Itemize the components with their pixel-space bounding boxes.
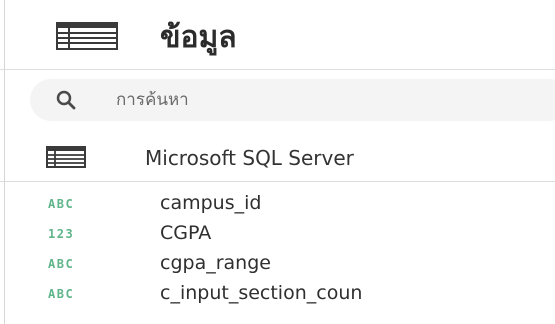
database-table-icon bbox=[46, 146, 86, 168]
table-icon bbox=[56, 22, 118, 50]
field-item[interactable]: ABC cgpa_range bbox=[0, 249, 555, 279]
search-icon[interactable] bbox=[56, 90, 76, 110]
data-source-label: Microsoft SQL Server bbox=[145, 146, 354, 170]
data-source-row[interactable]: Microsoft SQL Server bbox=[0, 141, 555, 182]
string-type-badge: ABC bbox=[48, 197, 75, 211]
string-type-badge: ABC bbox=[48, 287, 75, 301]
field-item[interactable]: ABC c_input_section_coun bbox=[0, 279, 555, 309]
search-input[interactable] bbox=[116, 87, 555, 113]
data-panel-header: ข้อมูล bbox=[0, 0, 555, 70]
panel-title: ข้อมูล bbox=[160, 20, 237, 55]
field-name: c_input_section_coun bbox=[160, 282, 363, 304]
field-name: cgpa_range bbox=[160, 252, 271, 274]
field-item[interactable]: 123 CGPA bbox=[0, 219, 555, 249]
field-item[interactable]: ABC campus_id bbox=[0, 189, 555, 219]
search-box[interactable] bbox=[30, 79, 555, 121]
field-name: CGPA bbox=[160, 222, 212, 244]
number-type-badge: 123 bbox=[48, 227, 75, 241]
field-name: campus_id bbox=[160, 192, 262, 214]
string-type-badge: ABC bbox=[48, 257, 75, 271]
